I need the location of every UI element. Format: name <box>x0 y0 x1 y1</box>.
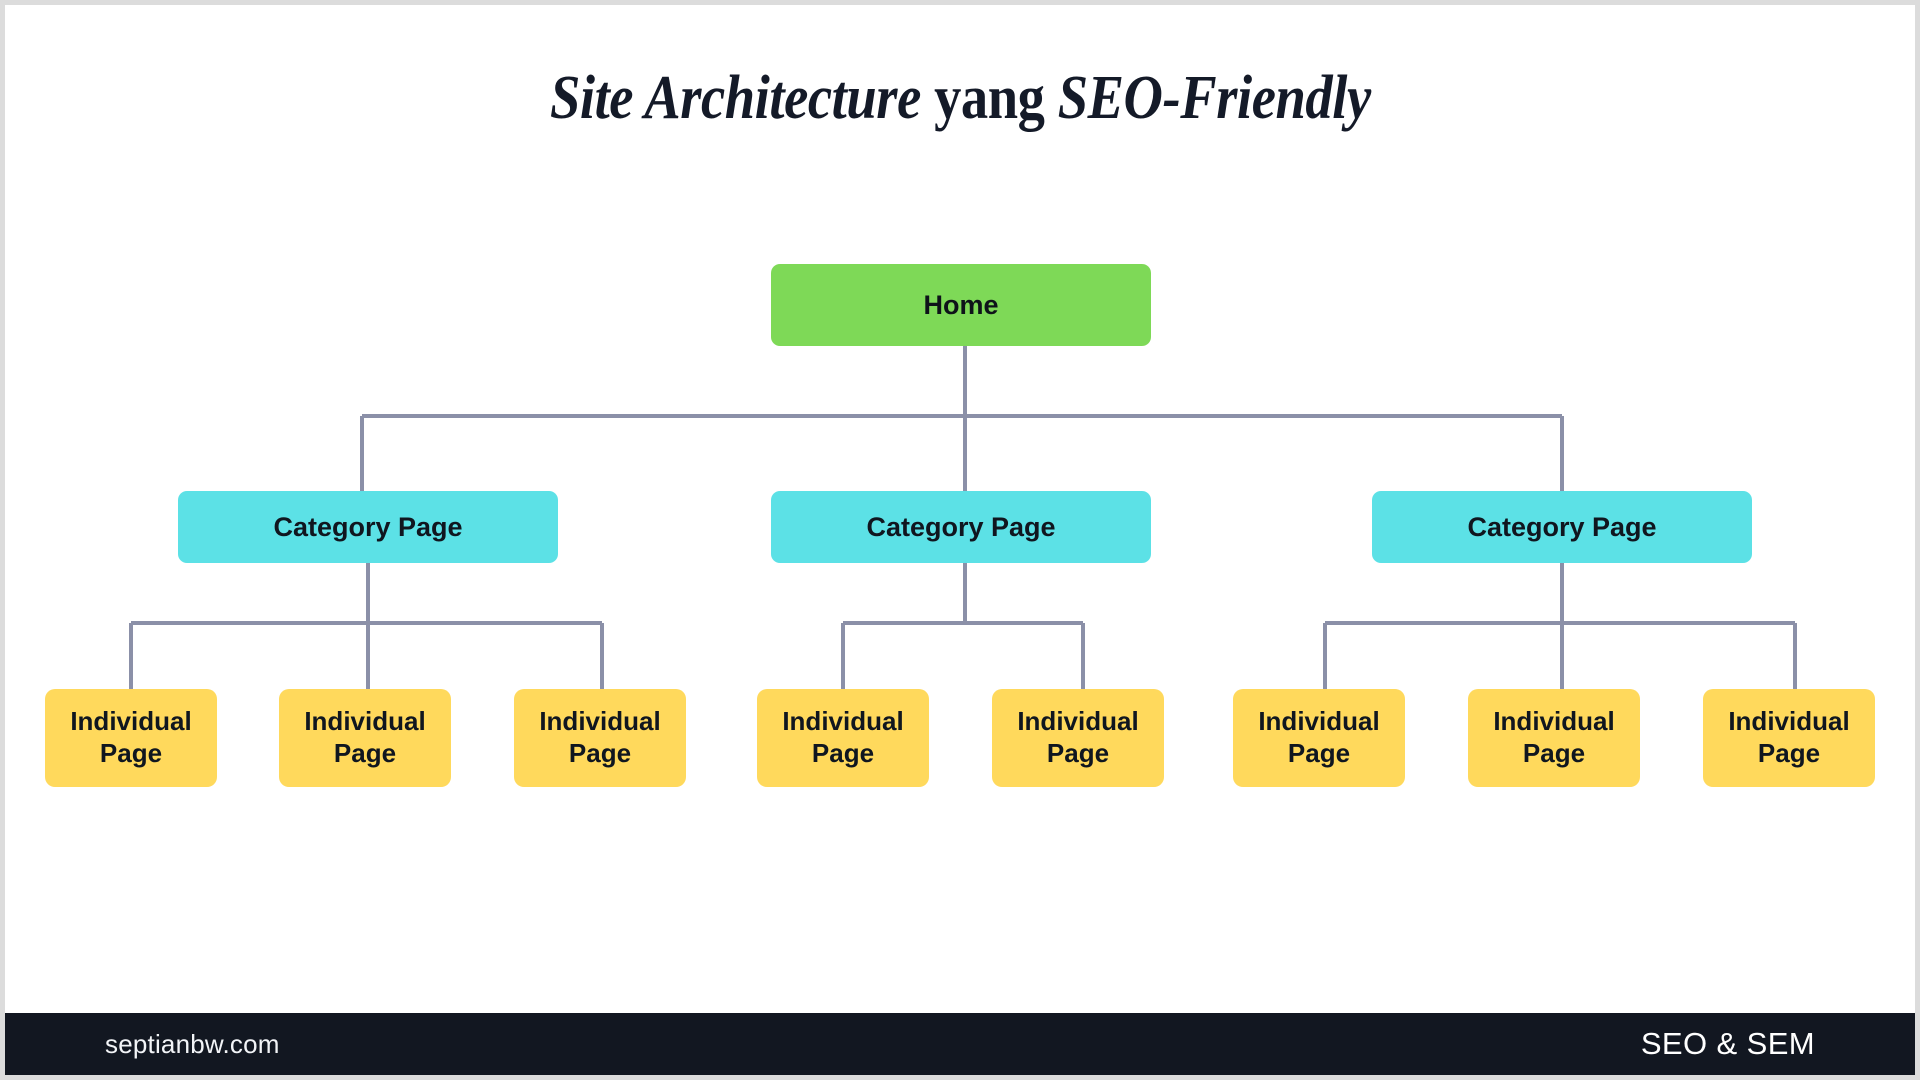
node-category-2-label: Category Page <box>866 511 1056 542</box>
node-individual-page-3-1[interactable]: Individual Page <box>1233 689 1405 787</box>
node-individual-page-1-1-label: Individual Page <box>70 706 192 768</box>
node-category-2[interactable]: Category Page <box>771 491 1151 563</box>
node-individual-page-2-1[interactable]: Individual Page <box>757 689 929 787</box>
node-individual-page-2-2-label: Individual Page <box>1017 706 1139 768</box>
node-individual-page-1-2-label: Individual Page <box>304 706 426 768</box>
node-category-1[interactable]: Category Page <box>178 491 558 563</box>
node-individual-page-3-3-label: Individual Page <box>1728 706 1850 768</box>
node-individual-page-3-3[interactable]: Individual Page <box>1703 689 1875 787</box>
node-home[interactable]: Home <box>771 264 1151 346</box>
node-individual-page-1-2[interactable]: Individual Page <box>279 689 451 787</box>
footer-bar: septianbw.com SEO & SEM <box>5 1013 1915 1075</box>
node-individual-page-2-2[interactable]: Individual Page <box>992 689 1164 787</box>
node-home-label: Home <box>923 289 999 320</box>
node-individual-page-2-1-label: Individual Page <box>782 706 904 768</box>
node-individual-page-3-2-label: Individual Page <box>1493 706 1615 768</box>
site-architecture-tree: Home Category Page Category Page Categor… <box>5 5 1915 1013</box>
footer-topic-label: SEO & SEM <box>1640 1026 1815 1061</box>
footer-website-label: septianbw.com <box>105 1028 280 1059</box>
node-category-3-label: Category Page <box>1467 511 1657 542</box>
node-individual-page-1-3[interactable]: Individual Page <box>514 689 686 787</box>
node-individual-page-1-1[interactable]: Individual Page <box>45 689 217 787</box>
node-individual-page-1-3-label: Individual Page <box>539 706 661 768</box>
slide-canvas: Site Architecture yang SEO-Friendly Home… <box>0 0 1920 1080</box>
node-category-1-label: Category Page <box>273 511 463 542</box>
node-category-3[interactable]: Category Page <box>1372 491 1752 563</box>
node-individual-page-3-2[interactable]: Individual Page <box>1468 689 1640 787</box>
node-individual-page-3-1-label: Individual Page <box>1258 706 1380 768</box>
